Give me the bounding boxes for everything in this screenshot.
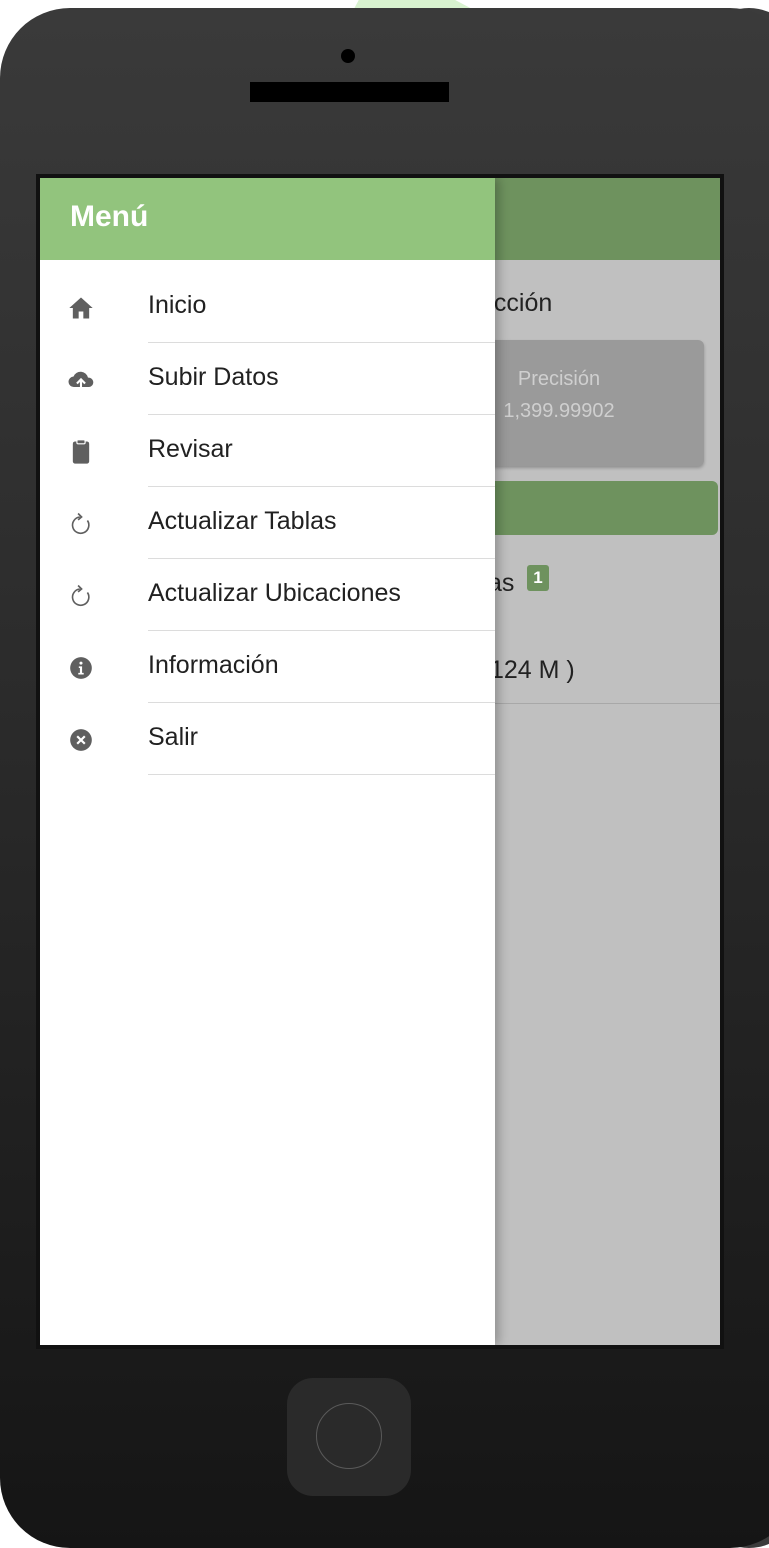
- menu-item-label: Actualizar Ubicaciones: [148, 579, 401, 607]
- home-icon: [66, 293, 96, 323]
- home-button-ring: [316, 1403, 382, 1469]
- menu-divider: [148, 774, 495, 775]
- navigation-drawer: Menú Inicio Subir Datos Revisar Actualiz…: [40, 178, 495, 1345]
- phone-screen: ección Precisión 1,399.99902 as 1 124 M …: [40, 178, 720, 1345]
- menu-item-label: Salir: [148, 723, 199, 751]
- menu-item-label: Actualizar Tablas: [148, 507, 337, 535]
- menu-item-label: Inicio: [148, 291, 207, 319]
- menu-item-informacion[interactable]: Información: [40, 631, 495, 703]
- close-circle-icon: [66, 725, 96, 755]
- menu-item-salir[interactable]: Salir: [40, 703, 495, 775]
- menu-item-label: Revisar: [148, 435, 233, 463]
- cloud-upload-icon: [66, 365, 96, 395]
- info-icon: [66, 653, 96, 683]
- menu-item-actualizar-tablas[interactable]: Actualizar Tablas: [40, 487, 495, 559]
- menu-item-label: Información: [148, 651, 279, 679]
- count-badge: 1: [527, 565, 549, 591]
- menu-item-label: Subir Datos: [148, 363, 279, 391]
- distance-text: 124 M ): [490, 656, 575, 684]
- drawer-header: Menú: [40, 178, 495, 260]
- phone-speaker: [250, 82, 449, 102]
- refresh-icon: [66, 509, 96, 539]
- drawer-title: Menú: [70, 200, 149, 233]
- clipboard-icon: [66, 437, 96, 467]
- menu-item-actualizar-ubicaciones[interactable]: Actualizar Ubicaciones: [40, 559, 495, 631]
- menu-item-inicio[interactable]: Inicio: [40, 271, 495, 343]
- refresh-icon: [66, 581, 96, 611]
- menu-item-subir-datos[interactable]: Subir Datos: [40, 343, 495, 415]
- menu-item-revisar[interactable]: Revisar: [40, 415, 495, 487]
- phone-camera: [341, 49, 355, 63]
